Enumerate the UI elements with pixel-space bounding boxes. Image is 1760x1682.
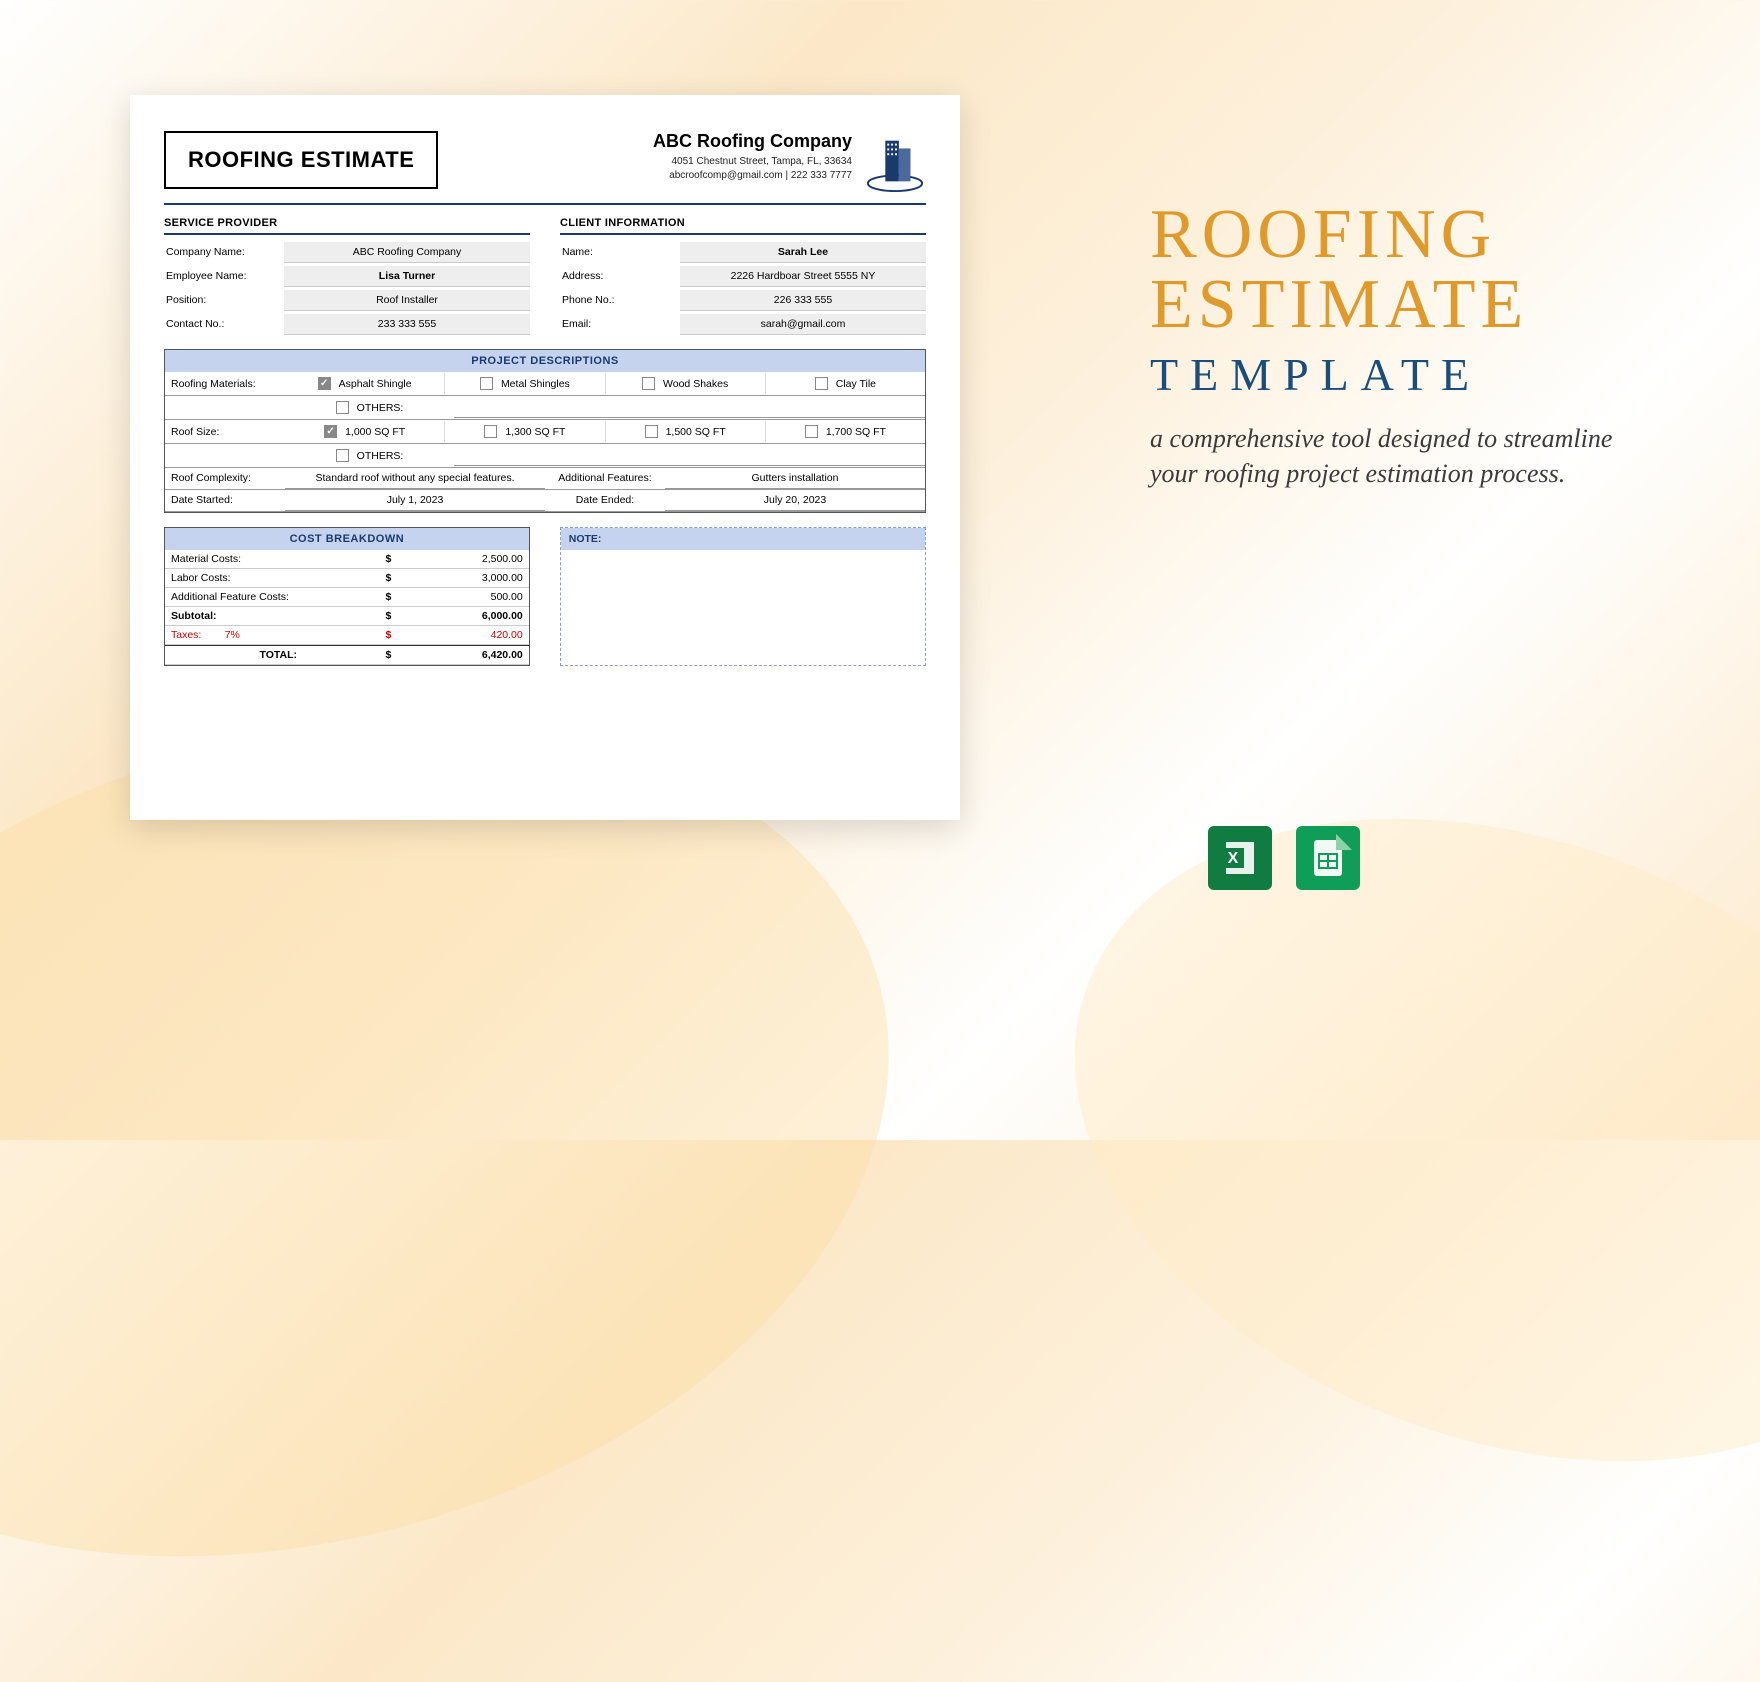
features-value[interactable]: Gutters installation <box>665 468 925 489</box>
client-name[interactable]: Sarah Lee <box>680 242 926 263</box>
size-checkbox[interactable] <box>645 425 658 438</box>
material-other-checkbox[interactable] <box>336 401 349 414</box>
promo-text: ROOFING ESTIMATE TEMPLATE a comprehensiv… <box>1150 200 1630 491</box>
promo-line1: ROOFING <box>1150 200 1630 270</box>
date-started[interactable]: July 1, 2023 <box>285 490 545 511</box>
date-ended[interactable]: July 20, 2023 <box>665 490 925 511</box>
client-title: CLIENT INFORMATION <box>560 217 926 235</box>
provider-column: SERVICE PROVIDER Company Name:ABC Roofin… <box>164 217 530 337</box>
building-logo-icon <box>864 131 926 193</box>
tax-value: 420.00 <box>416 629 523 641</box>
client-address[interactable]: 2226 Hardboar Street 5555 NY <box>680 266 926 287</box>
feature-cost[interactable]: 500.00 <box>416 591 523 603</box>
size-checkbox[interactable] <box>324 425 337 438</box>
doc-title: ROOFING ESTIMATE <box>188 147 414 173</box>
client-column: CLIENT INFORMATION Name:Sarah Lee Addres… <box>560 217 926 337</box>
material-checkbox[interactable] <box>815 377 828 390</box>
client-email[interactable]: sarah@gmail.com <box>680 314 926 335</box>
excel-icon: X <box>1208 826 1272 890</box>
sheets-icon <box>1296 826 1360 890</box>
size-row: Roof Size: 1,000 SQ FT 1,300 SQ FT 1,500… <box>165 420 925 444</box>
promo-line2: ESTIMATE <box>1150 270 1630 340</box>
svg-text:X: X <box>1228 850 1239 867</box>
tax-pct[interactable]: 7% <box>225 629 240 641</box>
provider-contact[interactable]: 233 333 555 <box>284 314 530 335</box>
materials-row: Roofing Materials: Asphalt Shingle Metal… <box>165 372 925 396</box>
company-block: ABC Roofing Company 4051 Chestnut Street… <box>653 131 926 193</box>
note-box[interactable]: NOTE: <box>560 527 926 666</box>
company-address: 4051 Chestnut Street, Tampa, FL, 33634 <box>653 155 852 169</box>
document-header: ROOFING ESTIMATE ABC Roofing Company 405… <box>164 131 926 205</box>
total-value: 6,420.00 <box>416 649 523 661</box>
bottom-section: COST BREAKDOWN Material Costs:$2,500.00 … <box>164 527 926 666</box>
company-name: ABC Roofing Company <box>653 131 852 152</box>
size-other-checkbox[interactable] <box>336 449 349 462</box>
project-title: PROJECT DESCRIPTIONS <box>165 350 925 372</box>
estimate-document: ROOFING ESTIMATE ABC Roofing Company 405… <box>130 95 960 820</box>
provider-employee[interactable]: Lisa Turner <box>284 266 530 287</box>
provider-title: SERVICE PROVIDER <box>164 217 530 235</box>
info-section: SERVICE PROVIDER Company Name:ABC Roofin… <box>164 217 926 337</box>
company-contact: abcroofcomp@gmail.com | 222 333 7777 <box>653 169 852 183</box>
provider-position[interactable]: Roof Installer <box>284 290 530 311</box>
material-checkbox[interactable] <box>642 377 655 390</box>
complexity-value[interactable]: Standard roof without any special featur… <box>285 468 545 489</box>
promo-line3: TEMPLATE <box>1150 348 1630 401</box>
material-checkbox[interactable] <box>318 377 331 390</box>
size-checkbox[interactable] <box>484 425 497 438</box>
provider-company[interactable]: ABC Roofing Company <box>284 242 530 263</box>
project-section: PROJECT DESCRIPTIONS Roofing Materials: … <box>164 349 926 513</box>
promo-desc: a comprehensive tool designed to streaml… <box>1150 421 1630 491</box>
material-checkbox[interactable] <box>480 377 493 390</box>
client-phone[interactable]: 226 333 555 <box>680 290 926 311</box>
title-box: ROOFING ESTIMATE <box>164 131 438 189</box>
subtotal: 6,000.00 <box>416 610 523 622</box>
cost-breakdown: COST BREAKDOWN Material Costs:$2,500.00 … <box>164 527 530 666</box>
labor-cost[interactable]: 3,000.00 <box>416 572 523 584</box>
size-checkbox[interactable] <box>805 425 818 438</box>
material-cost[interactable]: 2,500.00 <box>416 553 523 565</box>
format-icons: X <box>1208 826 1360 890</box>
